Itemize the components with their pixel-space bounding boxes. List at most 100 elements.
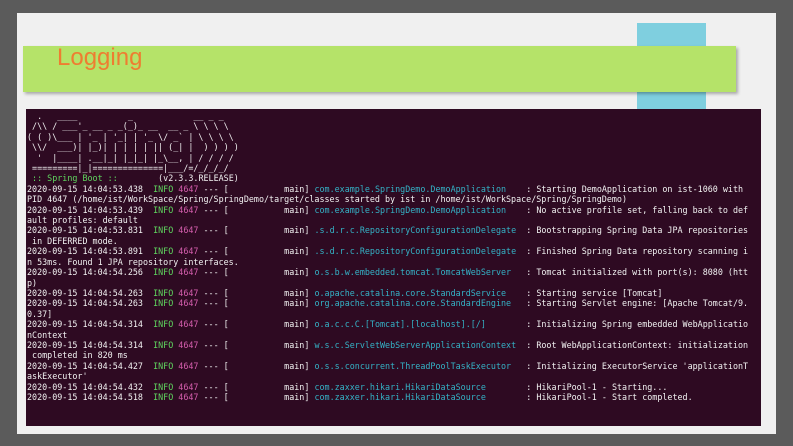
log-pid: 4647 (178, 339, 199, 350)
spring-ascii-art: . ____ _ __ _ _ /\\ / ___'_ __ _ _(_)_ _… (27, 111, 761, 173)
log-message: : Initializing ExecutorService 'applicat… (521, 360, 749, 371)
log-pid: 4647 (178, 246, 199, 257)
log-timestamp: 2020-09-15 14:04:53.891 (27, 246, 143, 257)
log-timestamp: 2020-09-15 14:04:54.263 (27, 287, 143, 298)
log-thread: --- [ main] (198, 391, 315, 402)
log-pid: 4647 (178, 319, 199, 330)
log-timestamp: 2020-09-15 14:04:54.427 (27, 360, 143, 371)
log-level: INFO (153, 319, 174, 330)
log-thread: --- [ main] (198, 287, 315, 298)
log-thread: --- [ main] (198, 319, 315, 330)
log-level: INFO (153, 183, 174, 194)
log-message: : HikariPool-1 - Starting... (521, 381, 668, 392)
log-pid: 4647 (178, 204, 199, 215)
log-thread: --- [ main] (198, 339, 315, 350)
log-timestamp: 2020-09-15 14:04:54.518 (27, 391, 143, 402)
log-line: 2020-09-15 14:04:54.432 INFO 4647 --- [ … (27, 382, 761, 392)
log-message: : Tomcat initialized with port(s): 8080 … (521, 267, 749, 278)
log-timestamp: 2020-09-15 14:04:53.831 (27, 225, 143, 236)
log-line: 2020-09-15 14:04:53.831 INFO 4647 --- [ … (27, 225, 761, 235)
log-level: INFO (153, 298, 174, 309)
log-timestamp: 2020-09-15 14:04:54.432 (27, 381, 143, 392)
log-level: INFO (153, 391, 174, 402)
log-lines: 2020-09-15 14:04:53.438 INFO 4647 --- [ … (27, 184, 761, 403)
log-timestamp: 2020-09-15 14:04:54.263 (27, 298, 143, 309)
log-message: : Finished Spring Data repository scanni… (521, 246, 749, 257)
log-line: 2020-09-15 14:04:53.438 INFO 4647 --- [ … (27, 184, 761, 194)
log-line: 2020-09-15 14:04:54.518 INFO 4647 --- [ … (27, 392, 761, 402)
log-logger: o.a.c.c.C.[Tomcat].[localhost].[/] (314, 319, 522, 330)
log-logger: com.zaxxer.hikari.HikariDataSource (314, 381, 522, 392)
log-continuation: completed in 820 ms (27, 350, 128, 361)
log-continuation: n 53ms. Found 1 JPA repository interface… (27, 256, 239, 267)
ascii-line: \\/ ___)| |_)| | | | | || (_| | ) ) ) ) (27, 142, 239, 153)
log-line: 2020-09-15 14:04:53.891 INFO 4647 --- [ … (27, 246, 761, 256)
log-message: : No active profile set, falling back to… (521, 204, 749, 215)
banner-version: (v2.3.3.RELEASE) (158, 173, 239, 184)
log-thread: --- [ main] (198, 204, 315, 215)
log-message: : Starting DemoApplication on ist-1060 w… (521, 183, 744, 194)
log-logger: o.s.s.concurrent.ThreadPoolTaskExecutor (314, 360, 522, 371)
log-level: INFO (153, 360, 174, 371)
log-level: INFO (153, 204, 174, 215)
log-line: 2020-09-15 14:04:53.439 INFO 4647 --- [ … (27, 205, 761, 215)
log-pid: 4647 (178, 183, 199, 194)
log-timestamp: 2020-09-15 14:04:54.314 (27, 319, 143, 330)
slide-title: Logging (57, 44, 143, 71)
ascii-line: ' |____| .__|_| |_|_| |_\__, | / / / / (27, 152, 234, 163)
log-level: INFO (153, 339, 174, 350)
log-continuation: PID 4647 (/home/ist/WorkSpace/Spring/Spr… (27, 194, 628, 205)
log-level: INFO (153, 287, 174, 298)
log-line: 2020-09-15 14:04:54.263 INFO 4647 --- [ … (27, 298, 761, 308)
log-message: : HikariPool-1 - Start completed. (521, 391, 693, 402)
log-timestamp: 2020-09-15 14:04:54.256 (27, 267, 143, 278)
log-logger: com.example.SpringDemo.DemoApplication (314, 204, 522, 215)
log-timestamp: 2020-09-15 14:04:53.439 (27, 204, 143, 215)
log-pid: 4647 (178, 391, 199, 402)
log-pid: 4647 (178, 298, 199, 309)
ascii-line: /\\ / ___'_ __ _ _(_)_ __ __ _ \ \ \ \ (27, 121, 229, 132)
log-line: 2020-09-15 14:04:54.427 INFO 4647 --- [ … (27, 361, 761, 371)
log-thread: --- [ main] (198, 298, 315, 309)
log-timestamp: 2020-09-15 14:04:53.438 (27, 183, 143, 194)
log-message: : Root WebApplicationContext: initializa… (521, 339, 749, 350)
log-pid: 4647 (178, 287, 199, 298)
log-continuation: askExecutor' (27, 371, 88, 382)
log-continuation: 0.37] (27, 308, 53, 319)
log-thread: --- [ main] (198, 225, 315, 236)
log-message: : Starting Servlet engine: [Apache Tomca… (521, 298, 749, 309)
log-logger: .s.d.r.c.RepositoryConfigurationDelegate (314, 225, 522, 236)
log-thread: --- [ main] (198, 183, 315, 194)
log-thread: --- [ main] (198, 381, 315, 392)
banner-label: :: Spring Boot :: (27, 173, 159, 184)
log-line: 2020-09-15 14:04:54.263 INFO 4647 --- [ … (27, 288, 761, 298)
log-continuation: p) (27, 277, 38, 288)
log-message: : Initializing Spring embedded WebApplic… (521, 319, 749, 330)
log-pid: 4647 (178, 225, 199, 236)
log-message: : Starting service [Tomcat] (521, 287, 663, 298)
log-logger: o.apache.catalina.core.StandardService (314, 287, 522, 298)
log-level: INFO (153, 381, 174, 392)
spring-boot-banner: :: Spring Boot :: (v2.3.3.RELEASE) (27, 173, 761, 183)
log-level: INFO (153, 246, 174, 257)
log-level: INFO (153, 225, 174, 236)
log-thread: --- [ main] (198, 246, 315, 257)
log-level: INFO (153, 267, 174, 278)
log-logger: .s.d.r.c.RepositoryConfigurationDelegate (314, 246, 522, 257)
log-logger: w.s.c.ServletWebServerApplicationContext (314, 339, 522, 350)
log-continuation: nContext (27, 329, 68, 340)
ascii-line: . ____ _ __ _ _ (27, 111, 224, 121)
log-line: 2020-09-15 14:04:54.256 INFO 4647 --- [ … (27, 267, 761, 277)
log-pid: 4647 (178, 360, 199, 371)
log-logger: com.example.SpringDemo.DemoApplication (314, 183, 522, 194)
ascii-line: ( ( )\___ | '_ | '_| | '_ \/ _` | \ \ \ … (27, 131, 234, 142)
log-message: : Bootstrapping Spring Data JPA reposito… (521, 225, 749, 236)
log-pid: 4647 (178, 381, 199, 392)
log-line: 2020-09-15 14:04:54.314 INFO 4647 --- [ … (27, 340, 761, 350)
ascii-line: =========|_|==============|___/=/_/_/_/ (27, 163, 229, 174)
log-continuation: ault profiles: default (27, 215, 138, 226)
log-continuation: in DEFERRED mode. (27, 235, 118, 246)
log-logger: org.apache.catalina.core.StandardEngine (314, 298, 522, 309)
log-pid: 4647 (178, 267, 199, 278)
log-logger: com.zaxxer.hikari.HikariDataSource (314, 391, 522, 402)
